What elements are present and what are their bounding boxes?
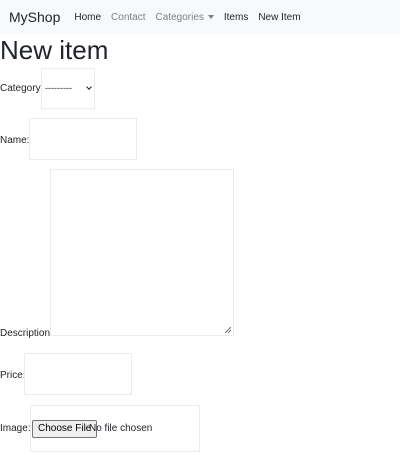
image-file-input[interactable]: Choose File No file chosen xyxy=(30,405,200,452)
brand-link[interactable]: MyShop xyxy=(9,9,60,25)
nav-link-contact[interactable]: Contact xyxy=(111,12,145,23)
chevron-down-icon xyxy=(86,84,92,90)
description-textarea[interactable] xyxy=(50,169,234,336)
price-label: Price: xyxy=(0,370,26,381)
choose-file-button[interactable]: Choose File xyxy=(32,420,98,438)
nav-dropdown-label: Categories xyxy=(155,11,204,23)
name-label: Name: xyxy=(0,135,30,146)
resize-handle-icon[interactable] xyxy=(225,327,231,333)
name-input[interactable] xyxy=(29,118,137,160)
navbar: MyShop Home Contact Categories Items New… xyxy=(0,0,400,34)
file-status-text: No file chosen xyxy=(89,423,153,434)
category-label: Category: xyxy=(0,83,44,94)
nav-link-items[interactable]: Items xyxy=(224,12,248,23)
nav-link-home[interactable]: Home xyxy=(74,12,101,23)
caret-down-icon xyxy=(207,14,214,19)
nav-dropdown-categories[interactable]: Categories xyxy=(156,12,214,23)
category-selected-value: --------- xyxy=(45,83,72,93)
description-label: Description: xyxy=(0,328,53,339)
category-select[interactable]: --------- xyxy=(41,68,95,109)
page-title: New item xyxy=(0,35,109,65)
nav-link-new-item[interactable]: New Item xyxy=(258,12,300,23)
image-label: Image: xyxy=(0,423,31,434)
price-input[interactable] xyxy=(24,353,132,395)
